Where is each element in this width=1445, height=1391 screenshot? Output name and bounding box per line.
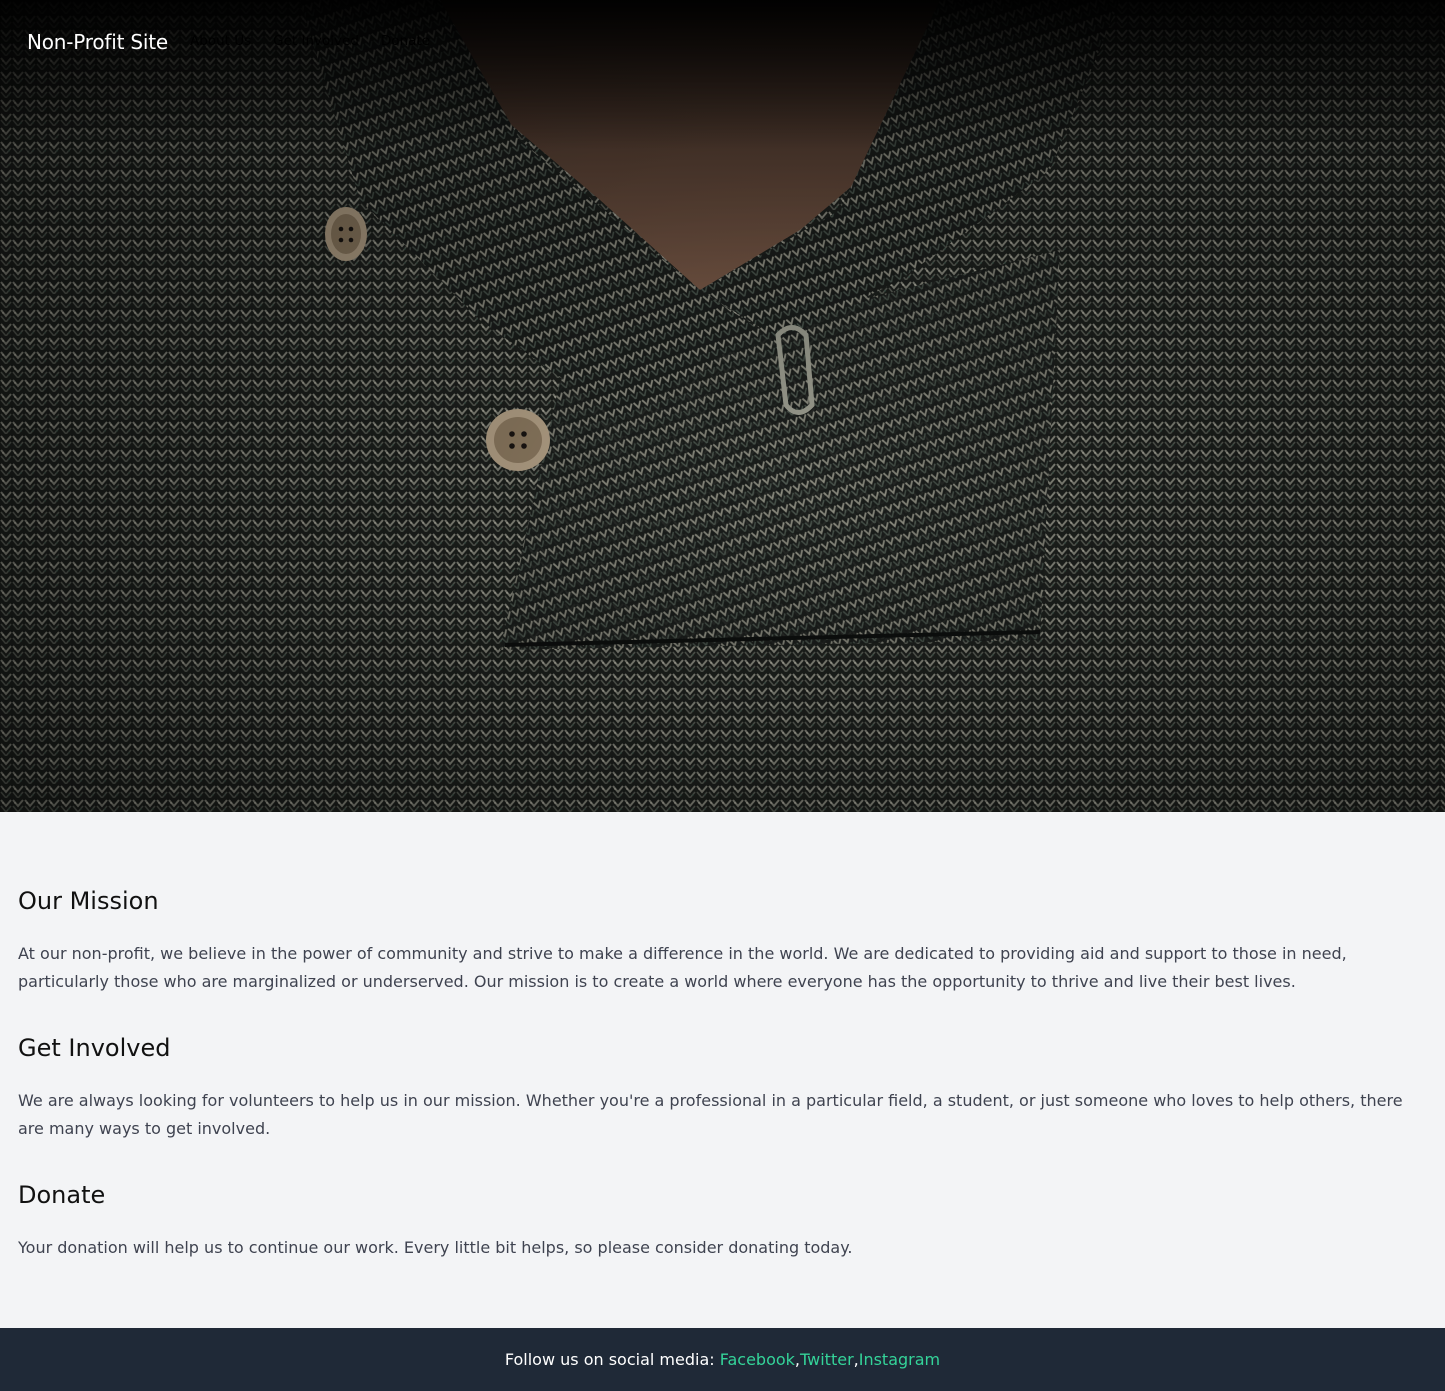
site-footer: Follow us on social media: Facebook, Twi… — [0, 1328, 1445, 1391]
main-content: Our Mission At our non-profit, we believ… — [0, 812, 1445, 1328]
section-title: Donate — [18, 1181, 106, 1209]
section-our-mission: Our Mission At our non-profit, we believ… — [18, 884, 1427, 995]
section-title: Our Mission — [18, 887, 159, 915]
footer-link-instagram[interactable]: Instagram — [859, 1350, 940, 1369]
section-title: Get Involved — [18, 1034, 171, 1062]
nav-links: About Us Get Involved Donate — [190, 33, 452, 49]
footer-link-facebook[interactable]: Facebook — [720, 1350, 795, 1369]
nav-link-donate[interactable]: Donate — [381, 33, 430, 49]
section-donate: Donate Your donation will help us to con… — [18, 1178, 1427, 1262]
hero-sweater-image — [0, 0, 1445, 812]
section-body: Your donation will help us to continue o… — [18, 1238, 853, 1257]
footer-social-prefix: Follow us on social media: — [504, 1350, 715, 1369]
section-get-involved: Get Involved We are always looking for v… — [18, 1031, 1427, 1142]
section-body: At our non-profit, we believe in the pow… — [18, 944, 1347, 991]
footer-link-twitter[interactable]: Twitter — [800, 1350, 854, 1369]
section-body: We are always looking for volunteers to … — [18, 1091, 1403, 1138]
hero-banner: Non-Profit Site About Us Get Involved Do… — [0, 0, 1445, 812]
top-navigation: Non-Profit Site About Us Get Involved Do… — [0, 0, 1445, 84]
site-brand[interactable]: Non-Profit Site — [27, 30, 168, 54]
nav-link-about-us[interactable]: About Us — [190, 33, 251, 49]
nav-link-get-involved[interactable]: Get Involved — [273, 33, 359, 49]
